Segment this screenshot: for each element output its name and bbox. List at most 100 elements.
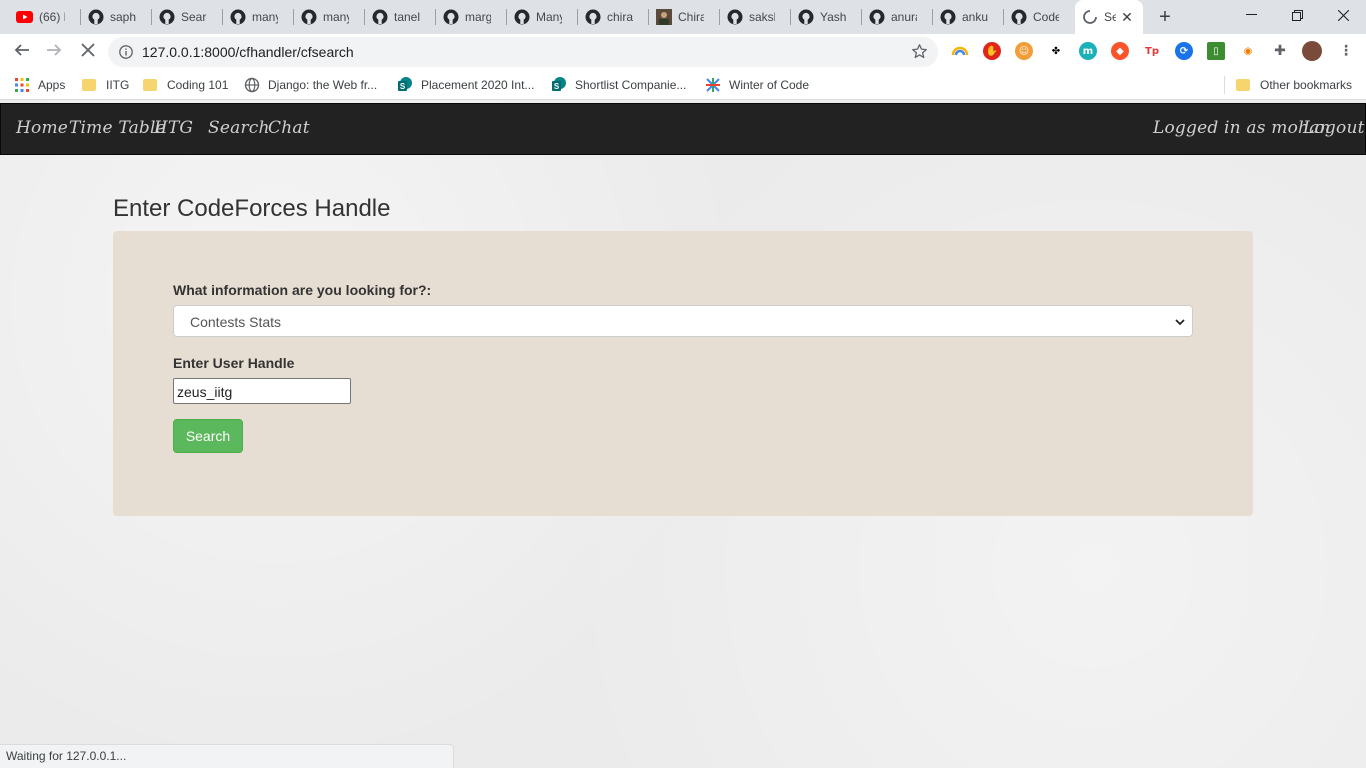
user-handle-input[interactable]: zeus_iitg [173,378,351,404]
browser-tab[interactable]: sapha [81,0,152,34]
close-tab-icon[interactable]: ✕ [1119,9,1135,25]
folder-icon [143,77,159,93]
site-info-icon[interactable] [119,45,133,59]
browser-tab[interactable]: (66) L [10,0,81,34]
menu-kebab-icon[interactable]: ⋮ [1337,42,1355,60]
tab-title: Code [1033,10,1059,24]
globe-icon [244,77,260,93]
github-icon [300,9,317,26]
restore-button[interactable] [1274,0,1320,30]
back-button[interactable] [10,40,34,64]
bookmarks-bar: Apps IITG Coding 101 Django: the Web fr.… [0,70,1366,100]
stop-icon [81,42,95,62]
browser-tab[interactable]: taneli [365,0,436,34]
browser-tab[interactable]: many [294,0,365,34]
bookmark-coding-101[interactable]: Coding 101 [143,76,228,94]
browser-tab[interactable]: YashK [791,0,862,34]
browser-tab[interactable]: Searc [152,0,223,34]
tab-title: (66) L [39,10,65,24]
tab-title: anku2 [962,10,988,24]
bookmark-winter-of-code[interactable]: Winter of Code [705,76,809,94]
bookmark-shortlist[interactable]: S Shortlist Companie... [551,76,686,94]
browser-tab[interactable]: Code [1004,0,1075,34]
browser-tab[interactable]: Chirag [649,0,720,34]
bookmark-placement-2020[interactable]: S Placement 2020 Int... [397,76,534,94]
extensions-puzzle-icon[interactable]: ✚ [1271,42,1289,60]
loading-spinner-icon [1081,9,1098,26]
adblock-extension-icon[interactable]: ✋ [983,42,1001,60]
bookmark-django[interactable]: Django: the Web fr... [244,76,377,94]
new-tab-button[interactable]: + [1154,6,1176,28]
tab-title: margi [465,10,491,24]
nav-home[interactable]: Home [16,118,68,138]
back-arrow-icon [14,42,30,63]
chevron-down-icon [1174,315,1186,327]
search-button[interactable]: Search [173,419,243,453]
browser-tab[interactable]: anku2 [933,0,1004,34]
tab-title: YashK [820,10,846,24]
search-form-panel: What information are you looking for?: C… [113,231,1253,516]
profile-avatar[interactable] [1302,41,1322,61]
rainbow-extension-icon[interactable] [951,42,969,60]
tab-strip: (66) L sapha Searc many many taneli marg… [0,0,1366,34]
nav-chat[interactable]: Chat [268,118,310,138]
browser-tab[interactable]: chirag [578,0,649,34]
folder-icon [82,77,98,93]
browser-tab[interactable]: anura [862,0,933,34]
bookmark-label: Apps [38,78,66,92]
info-type-select[interactable]: Contests Stats [173,305,1193,337]
input-value: zeus_iitg [177,384,233,400]
address-bar[interactable]: 127.0.0.1:8000/cfhandler/cfsearch [108,37,938,67]
stop-loading-button[interactable] [76,40,100,64]
browser-tab[interactable]: margi [436,0,507,34]
close-window-button[interactable] [1320,0,1366,30]
url-text: 127.0.0.1:8000/cfhandler/cfsearch [142,44,354,60]
bookmark-label: Django: the Web fr... [268,78,378,92]
tab-title: Many [536,10,562,24]
other-bookmarks-label: Other bookmarks [1260,78,1353,92]
brave-extension-icon[interactable]: ◆ [1111,42,1129,60]
browser-tab[interactable]: many [223,0,294,34]
forward-arrow-icon [46,42,62,63]
nav-logout[interactable]: Logout [1303,118,1365,138]
document-extension-icon[interactable]: ▯ [1207,42,1225,60]
bookmark-star-icon[interactable] [911,43,928,60]
youtube-icon [16,9,33,26]
bookmark-label: Coding 101 [167,78,229,92]
github-icon [442,9,459,26]
forward-button[interactable] [42,40,66,64]
browser-tab-active[interactable]: Se ✕ [1075,0,1143,34]
browser-tab[interactable]: saksh [720,0,791,34]
apps-grid-icon [14,77,30,93]
nav-time-table[interactable]: Time Table [69,118,166,138]
tab-title: Chirag [678,10,704,24]
tp-extension-icon[interactable]: Tp [1143,42,1161,60]
rss-extension-icon[interactable]: ◉ [1239,42,1257,60]
folder-icon [1236,77,1252,93]
minimize-button[interactable] [1228,0,1274,30]
select-value: Contests Stats [190,314,282,330]
bookmark-apps[interactable]: Apps [14,76,65,94]
tab-title: Se [1104,10,1116,24]
winter-of-code-icon [705,77,721,93]
nav-iitg[interactable]: IITG [154,118,193,138]
bookmark-label: Shortlist Companie... [575,78,687,92]
browser-tab[interactable]: Many [507,0,578,34]
sync-extension-icon[interactable]: ⟳ [1175,42,1193,60]
m-extension-icon[interactable]: m [1079,42,1097,60]
other-bookmarks[interactable]: Other bookmarks [1236,76,1352,94]
nav-search[interactable]: Search [208,118,270,138]
paw-extension-icon[interactable]: ✤ [1047,42,1065,60]
bookmark-iitg[interactable]: IITG [82,76,129,94]
svg-text:S: S [554,82,560,91]
page-content: Home Time Table IITG Search Chat Logged … [0,101,1366,768]
bookmark-label: IITG [106,78,130,92]
github-icon [726,9,743,26]
github-icon [797,9,814,26]
avatar-extension-icon[interactable]: ☺ [1015,42,1033,60]
sharepoint-icon: S [397,77,413,93]
tab-title: Searc [181,10,207,24]
info-select-label: What information are you looking for?: [173,282,432,298]
page-title: Enter CodeForces Handle [113,195,391,222]
tab-title: anura [891,10,917,24]
